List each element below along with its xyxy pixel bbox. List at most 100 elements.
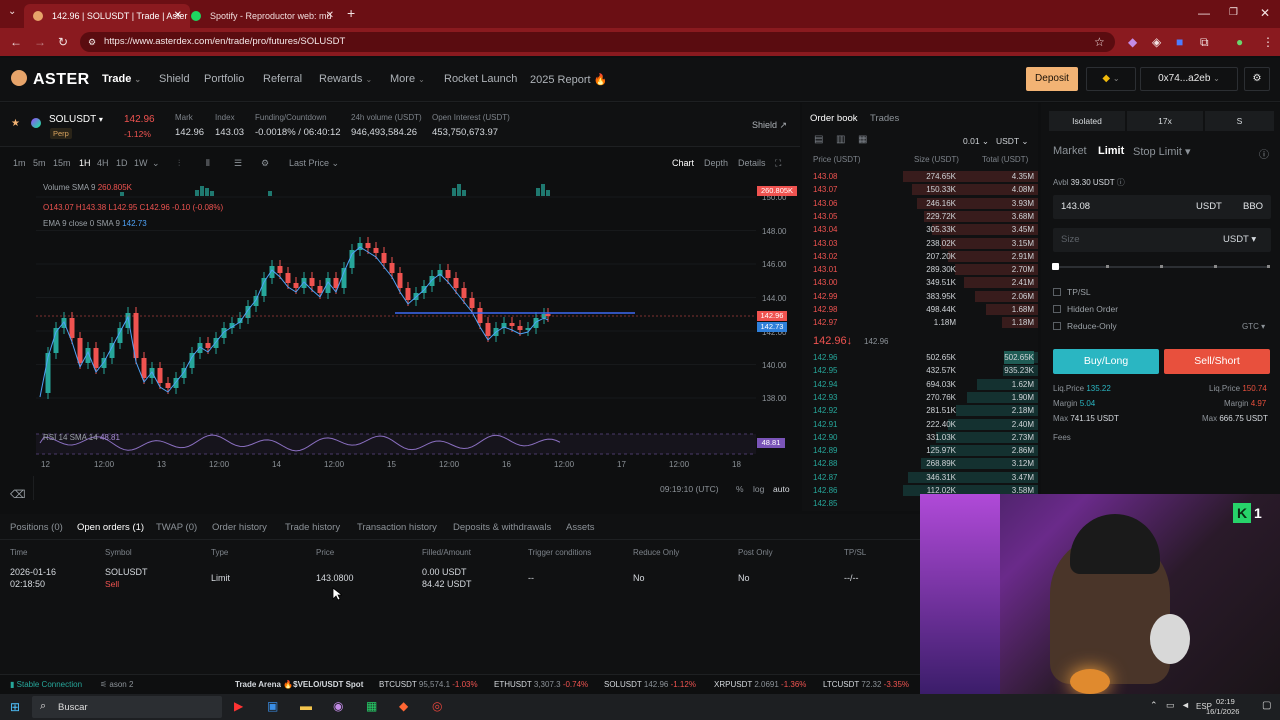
site-info-icon[interactable]: ⚙ <box>88 32 96 52</box>
layout-icon[interactable]: ☰ <box>234 158 242 169</box>
bid-row[interactable]: 142.95 432.57K 935.23K <box>802 364 1038 377</box>
nav-more[interactable]: More ⌄ <box>390 73 425 85</box>
ask-row[interactable]: 142.99 383.95K 2.06M <box>802 290 1038 303</box>
reduce-only-checkbox[interactable]: Reduce-Only <box>1053 321 1117 331</box>
tab-deposits-withdrawals[interactable]: Deposits & withdrawals <box>453 522 551 533</box>
bid-row[interactable]: 142.90 331.03K 2.73M <box>802 431 1038 444</box>
size-slider[interactable] <box>1052 263 1270 270</box>
close-icon[interactable]: ✕ <box>174 4 182 28</box>
timeframe-15m[interactable]: 15m <box>53 158 71 168</box>
ticker-item[interactable]: ETHUSDT 3,307.3 -0.74% <box>494 680 588 689</box>
gear-icon[interactable]: ⚙ <box>261 158 269 169</box>
store-icon[interactable]: ▣ <box>267 699 278 713</box>
file-explorer-icon[interactable]: ▬ <box>300 699 312 713</box>
tab-twap[interactable]: TWAP (0) <box>156 522 197 533</box>
price-input[interactable]: 143.08 USDT BBO <box>1053 195 1271 219</box>
unit-selector[interactable]: USDT ⌄ <box>996 136 1028 147</box>
ticker-item[interactable]: LTCUSDT 72.32 -3.35% <box>823 680 909 689</box>
bid-row[interactable]: 142.87 346.31K 3.47M <box>802 471 1038 484</box>
size-input[interactable]: Size USDT ▾ <box>1053 228 1271 252</box>
tab-positions[interactable]: Positions (0) <box>10 522 63 533</box>
chain-selector[interactable]: ◆ ⌄ <box>1086 67 1136 91</box>
tab-details[interactable]: Details <box>738 158 766 168</box>
tif-selector[interactable]: GTC ▾ <box>1242 322 1265 331</box>
indicators-icon[interactable]: ⫴ <box>206 158 210 169</box>
favorite-star-icon[interactable]: ★ <box>11 118 20 129</box>
season-badge[interactable]: ⚟ ason 2 <box>100 680 133 689</box>
order-symbol[interactable]: SOLUSDT <box>105 567 148 577</box>
position-mode-button[interactable]: S <box>1205 111 1274 131</box>
tab-depth[interactable]: Depth <box>704 158 728 168</box>
new-tab-icon[interactable]: + <box>347 5 355 21</box>
timeframe-4h[interactable]: 4H <box>97 158 109 168</box>
symbol-selector[interactable]: SOLUSDT ▾ <box>49 114 103 125</box>
timeframe-1w[interactable]: 1W <box>134 158 148 168</box>
book-asks-icon[interactable]: ▦ <box>858 134 867 145</box>
youtube-icon[interactable]: ▶ <box>234 699 243 713</box>
back-icon[interactable]: ← <box>10 34 22 50</box>
volume-icon[interactable]: ◄ <box>1181 700 1190 710</box>
bid-row[interactable]: 142.89 125.97K 2.86M <box>802 444 1038 457</box>
extension-icon[interactable]: ◆ <box>1128 34 1137 50</box>
settings-button[interactable]: ⚙ <box>1244 67 1270 91</box>
sell-short-button[interactable]: Sell/Short <box>1164 349 1270 374</box>
close-icon[interactable]: ✕ <box>326 4 334 28</box>
ask-row[interactable]: 143.06 246.16K 3.93M <box>802 197 1038 210</box>
browser-menu-icon[interactable]: ⋮ <box>1262 34 1274 50</box>
log-scale-toggle[interactable]: log <box>753 484 764 494</box>
buy-long-button[interactable]: Buy/Long <box>1053 349 1159 374</box>
chrome-icon[interactable]: ◎ <box>432 699 442 713</box>
browser-tab-aster[interactable]: 142.96 | SOLUSDT | Trade | Aster ✕ <box>24 4 190 28</box>
timeframe-1h[interactable]: 1H <box>79 158 91 168</box>
profile-avatar-icon[interactable]: ● <box>1236 34 1243 50</box>
wallet-button[interactable]: 0x74...a2eb ⌄ <box>1140 67 1238 91</box>
percent-scale-toggle[interactable]: % <box>736 484 744 494</box>
trade-arena-link[interactable]: Trade Arena 🔥$VELO/USDT Spot <box>235 680 363 689</box>
leverage-button[interactable]: 17x <box>1127 111 1203 131</box>
minimize-icon[interactable]: — <box>1198 5 1210 21</box>
bookmark-star-icon[interactable]: ☆ <box>1094 34 1105 50</box>
order-type-stop-limit[interactable]: Stop Limit ▾ <box>1133 145 1191 158</box>
shield-link[interactable]: Shield ↗ <box>752 120 787 131</box>
reload-icon[interactable]: ↻ <box>58 34 68 50</box>
deposit-button[interactable]: Deposit <box>1026 67 1078 91</box>
ticker-item[interactable]: BTCUSDT 95,574.1 -1.03% <box>379 680 478 689</box>
ask-row[interactable]: 143.01 289.30K 2.70M <box>802 263 1038 276</box>
ask-row[interactable]: 143.07 150.33K 4.08M <box>802 183 1038 196</box>
taskbar-date[interactable]: 16/1/2026 <box>1206 707 1239 716</box>
forward-icon[interactable]: → <box>34 34 46 50</box>
nav-trade[interactable]: Trade ⌄ <box>102 73 141 85</box>
ask-row[interactable]: 143.08 274.65K 4.35M <box>802 170 1038 183</box>
ask-row[interactable]: 143.04 305.33K 3.45M <box>802 223 1038 236</box>
taskbar-clock[interactable]: 02:19 <box>1216 697 1235 706</box>
tray-chevron-icon[interactable]: ⌃ <box>1150 700 1158 711</box>
price-type-selector[interactable]: Last Price ⌄ <box>289 158 339 169</box>
timeframe-5m[interactable]: 5m <box>33 158 46 168</box>
book-both-icon[interactable]: ▤ <box>814 134 823 145</box>
brave-icon[interactable]: ◆ <box>399 699 408 713</box>
tab-assets[interactable]: Assets <box>566 522 595 533</box>
tab-transaction-history[interactable]: Transaction history <box>357 522 437 533</box>
ask-row[interactable]: 143.00 349.51K 2.41M <box>802 276 1038 289</box>
tab-list-icon[interactable]: ⌄ <box>8 4 16 20</box>
bid-row[interactable]: 142.94 694.03K 1.62M <box>802 378 1038 391</box>
timeframe-1d[interactable]: 1D <box>116 158 128 168</box>
nav-portfolio[interactable]: Portfolio <box>204 73 244 85</box>
extension-icon[interactable]: ◈ <box>1152 34 1161 50</box>
tpsl-checkbox[interactable]: TP/SL <box>1053 287 1091 297</box>
close-window-icon[interactable]: ✕ <box>1260 5 1270 21</box>
notification-icon[interactable]: ▢ <box>1262 700 1271 711</box>
bid-row[interactable]: 142.93 270.76K 1.90M <box>802 391 1038 404</box>
chart-type-icon[interactable]: ⫶ <box>178 158 180 169</box>
ticker-item[interactable]: XRPUSDT 2.0691 -1.36% <box>714 680 806 689</box>
fullscreen-icon[interactable]: ⛶ <box>775 158 781 169</box>
order-type-market[interactable]: Market <box>1053 145 1087 157</box>
ticker-item[interactable]: SOLUSDT 142.96 -1.12% <box>604 680 696 689</box>
tab-order-book[interactable]: Order book <box>810 113 858 124</box>
taskbar-search[interactable]: ⌕ Buscar <box>32 696 222 718</box>
slider-handle[interactable] <box>1052 263 1059 270</box>
tab-chart[interactable]: Chart <box>672 158 694 168</box>
book-bids-icon[interactable]: ▥ <box>836 134 845 145</box>
ask-row[interactable]: 143.03 238.02K 3.15M <box>802 237 1038 250</box>
nav-referral[interactable]: Referral <box>263 73 302 85</box>
